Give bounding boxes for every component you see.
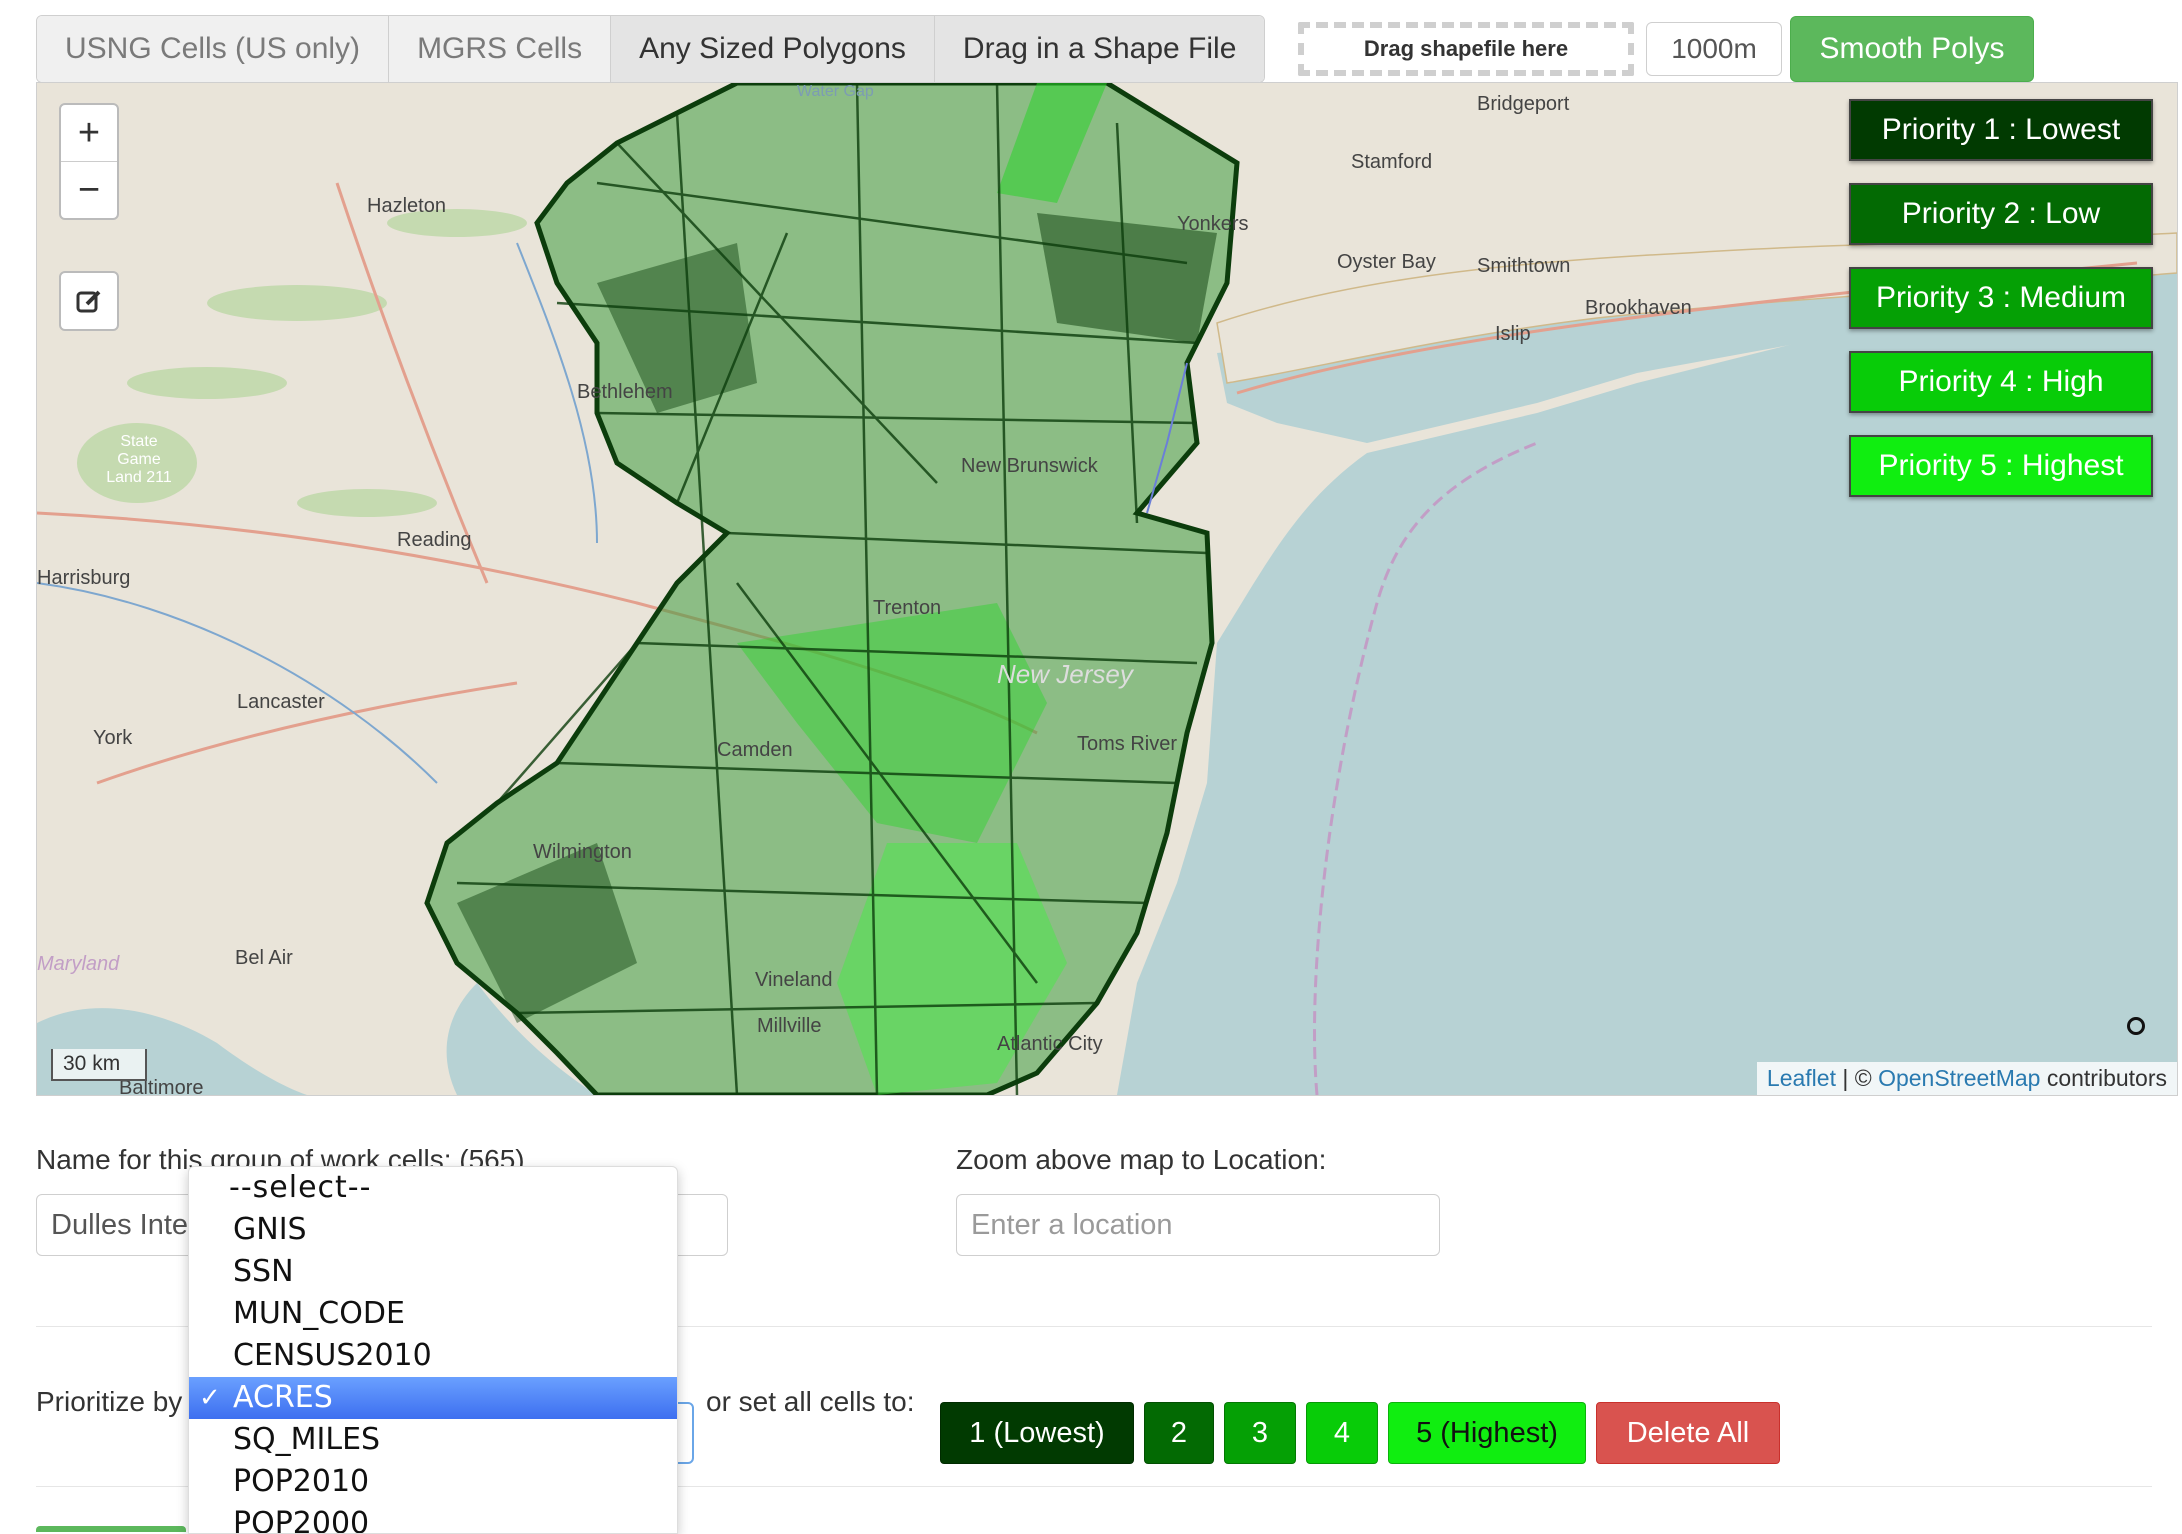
dropdown-option[interactable]: POP2010 [189,1461,677,1503]
map-label-millville: Millville [757,1015,822,1037]
set-priority-5-button[interactable]: 5 (Highest) [1388,1402,1586,1464]
prioritize-label: Prioritize by [36,1386,183,1417]
priority-4-legend[interactable]: Priority 4 : High [1849,351,2153,413]
tab-drag-shape-file[interactable]: Drag in a Shape File [934,16,1265,82]
map-canvas[interactable]: Hazleton Bethlehem Reading Lancaster Yor… [36,82,2178,1096]
set-priority-4-button[interactable]: 4 [1306,1402,1378,1464]
map-label-reading: Reading [397,529,472,551]
dropdown-option[interactable]: SSN [189,1251,677,1293]
map-label-islip: Islip [1495,323,1531,345]
set-priority-2-button[interactable]: 2 [1144,1402,1214,1464]
map-label-hazleton: Hazleton [367,195,446,217]
map-label-york: York [93,727,133,749]
shapefile-drop-zone[interactable]: Drag shapefile here [1298,22,1634,76]
map-label-lancaster: Lancaster [237,691,325,713]
prioritize-dropdown-menu: --select-- GNIS SSN MUN_CODE CENSUS2010 … [188,1166,678,1534]
zoom-out-button[interactable]: − [61,162,117,218]
dropdown-option-label: ACRES [233,1380,333,1415]
map-attribution: Leaflet | © OpenStreetMap contributors [1756,1062,2177,1095]
dropdown-option[interactable]: POP2000 [189,1503,677,1533]
tab-usng-cells[interactable]: USNG Cells (US only) [37,16,390,82]
priority-2-legend[interactable]: Priority 2 : Low [1849,183,2153,245]
map-label-state-game-land: State Game Land 211 [106,433,172,486]
leaflet-link[interactable]: Leaflet [1767,1065,1836,1091]
priority-1-legend[interactable]: Priority 1 : Lowest [1849,99,2153,161]
map-label-trenton: Trenton [873,597,942,619]
set-priority-3-button[interactable]: 3 [1224,1402,1296,1464]
map-label-bel-air: Bel Air [235,947,293,969]
zoom-in-button[interactable]: + [61,105,117,162]
map-label-bridgeport: Bridgeport [1477,93,1570,115]
location-label: Zoom above map to Location: [956,1144,1327,1175]
map-label-camden: Camden [717,739,793,761]
dropdown-option[interactable]: MUN_CODE [189,1293,677,1335]
set-priority-1-button[interactable]: 1 (Lowest) [940,1402,1134,1464]
edit-icon [76,290,101,313]
dropdown-option[interactable]: SQ_MILES [189,1419,677,1461]
checkmark-icon: ✓ [199,1383,221,1413]
map-label-atlantic-city: Atlantic City [997,1033,1103,1055]
dropdown-option[interactable]: GNIS [189,1209,677,1251]
map-label-bethlehem: Bethlehem [577,381,673,403]
mode-tabs: USNG Cells (US only) MGRS Cells Any Size… [36,15,1266,83]
tab-any-sized-polygons[interactable]: Any Sized Polygons [611,16,935,82]
set-all-label: or set all cells to: [706,1386,915,1417]
dropdown-option-selected[interactable]: ✓ ACRES [189,1377,677,1419]
delete-all-button[interactable]: Delete All [1596,1402,1780,1464]
edit-layers-button[interactable] [59,271,119,331]
dropdown-option[interactable]: --select-- [189,1167,677,1209]
map-label-vineland: Vineland [755,969,833,991]
map-label-wilmington: Wilmington [533,841,632,863]
map-label-oyster-bay: Oyster Bay [1337,251,1436,273]
map-label-harrisburg: Harrisburg [37,567,131,589]
map-label-new-jersey: New Jersey [997,659,1133,689]
attribution-suffix: contributors [2040,1065,2167,1091]
map-label-maryland: Maryland [37,953,120,975]
location-input[interactable]: Enter a location [956,1194,1440,1256]
cell-size-input[interactable]: 1000m [1646,22,1782,76]
map-label-new-brunswick: New Brunswick [961,455,1098,477]
map-label-water-gap: Water Gap [797,83,874,100]
drop-zone-label: Drag shapefile here [1363,36,1569,61]
tab-mgrs-cells[interactable]: MGRS Cells [389,16,612,82]
map-label-smithtown: Smithtown [1477,255,1571,277]
submit-button[interactable] [36,1526,186,1532]
map-marker-icon [2127,1017,2145,1035]
attribution-separator: | © [1835,1065,1879,1091]
zoom-control: + − [59,103,119,220]
priority-3-legend[interactable]: Priority 3 : Medium [1849,267,2153,329]
map-label-stamford: Stamford [1351,151,1433,173]
openstreetmap-link[interactable]: OpenStreetMap [1878,1065,2040,1091]
smooth-polys-button[interactable]: Smooth Polys [1790,16,2034,82]
dropdown-option[interactable]: CENSUS2010 [189,1335,677,1377]
map-label-yonkers: Yonkers [1177,213,1249,235]
map-label-toms-river: Toms River [1077,733,1178,755]
map-scale-bar: 30 km [51,1049,147,1081]
map-label-brookhaven: Brookhaven [1585,297,1692,319]
priority-5-legend[interactable]: Priority 5 : Highest [1849,435,2153,497]
